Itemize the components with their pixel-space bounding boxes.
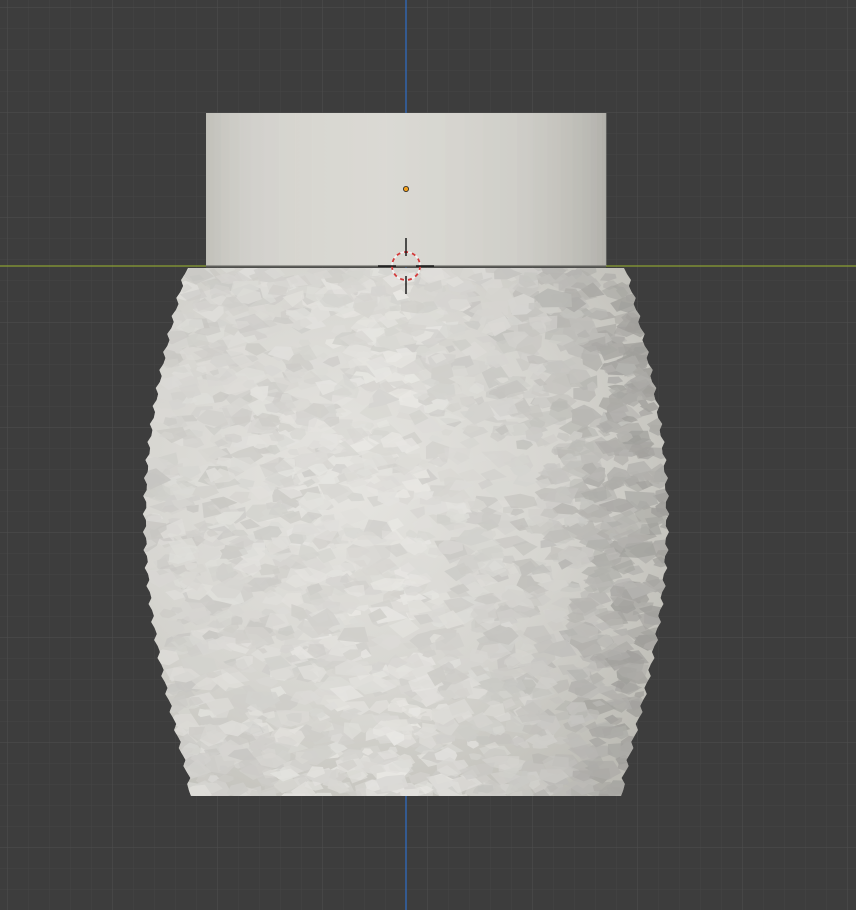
textured-vase-mesh[interactable] bbox=[133, 258, 686, 809]
viewport-canvas[interactable] bbox=[0, 0, 856, 910]
3d-viewport[interactable] bbox=[0, 0, 856, 910]
vase-facets bbox=[142, 268, 670, 796]
object-origin-icon[interactable] bbox=[402, 185, 409, 192]
